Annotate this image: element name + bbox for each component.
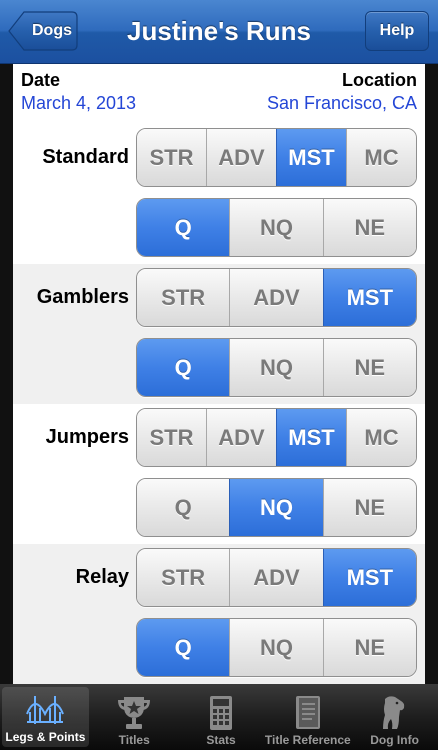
gamblers-result-q[interactable]: Q bbox=[137, 339, 230, 396]
navigation-bar: Dogs Justine's Runs Help bbox=[0, 0, 438, 64]
standard-level-control: STR ADV MST MC bbox=[136, 128, 417, 187]
bridge-icon bbox=[26, 696, 65, 724]
relay-label: Relay bbox=[75, 566, 129, 588]
run-form: Date March 4, 2013 Location San Francisc… bbox=[0, 64, 438, 684]
tab-stats[interactable]: Stats bbox=[178, 684, 265, 750]
location-value[interactable]: San Francisco, CA bbox=[267, 93, 417, 114]
relay-result-control: Q NQ NE bbox=[136, 618, 417, 677]
jumpers-result-ne[interactable]: NE bbox=[322, 479, 416, 536]
tab-title-reference[interactable]: Title Reference bbox=[264, 684, 351, 750]
relay-level-control: STR ADV MST bbox=[136, 548, 417, 607]
book-icon bbox=[295, 696, 320, 729]
standard-level-str[interactable]: STR bbox=[137, 129, 206, 186]
jumpers-level-mc[interactable]: MC bbox=[346, 409, 416, 466]
tab-label: Stats bbox=[206, 733, 236, 747]
date-label: Date bbox=[21, 70, 61, 90]
jumpers-level-mst[interactable]: MST bbox=[276, 409, 346, 466]
relay-result-q[interactable]: Q bbox=[137, 619, 230, 676]
standard-level-adv[interactable]: ADV bbox=[206, 129, 276, 186]
jumpers-result-control: Q NQ NE bbox=[136, 478, 417, 537]
location-label: Location bbox=[342, 70, 417, 90]
date-value[interactable]: March 4, 2013 bbox=[21, 93, 136, 114]
help-button[interactable]: Help bbox=[365, 11, 429, 51]
tab-dog-info[interactable]: Dog Info bbox=[351, 684, 438, 750]
gamblers-level-control: STR ADV MST bbox=[136, 268, 417, 327]
standard-result-q[interactable]: Q bbox=[137, 199, 230, 256]
tab-label: Title Reference bbox=[264, 733, 351, 747]
tab-label: Legs & Points bbox=[5, 730, 86, 744]
relay-result-ne[interactable]: NE bbox=[322, 619, 416, 676]
jumpers-result-nq[interactable]: NQ bbox=[229, 479, 323, 536]
standard-result-control: Q NQ NE bbox=[136, 198, 417, 257]
relay-result-nq[interactable]: NQ bbox=[229, 619, 323, 676]
standard-level-mc[interactable]: MC bbox=[346, 129, 416, 186]
relay-level-str[interactable]: STR bbox=[137, 549, 230, 606]
standard-label: Standard bbox=[42, 146, 129, 168]
relay-level-adv[interactable]: ADV bbox=[229, 549, 323, 606]
jumpers-level-control: STR ADV MST MC bbox=[136, 408, 417, 467]
jumpers-label: Jumpers bbox=[45, 426, 129, 448]
gamblers-label: Gamblers bbox=[36, 286, 129, 308]
calculator-icon bbox=[209, 696, 232, 730]
trophy-icon bbox=[118, 697, 151, 729]
jumpers-result-q[interactable]: Q bbox=[137, 479, 230, 536]
jumpers-level-adv[interactable]: ADV bbox=[206, 409, 276, 466]
standard-level-mst[interactable]: MST bbox=[276, 129, 346, 186]
tab-bar: Legs & Points Titles Stats Title Referen… bbox=[0, 684, 438, 750]
gamblers-result-control: Q NQ NE bbox=[136, 338, 417, 397]
jumpers-level-str[interactable]: STR bbox=[137, 409, 206, 466]
gamblers-level-str[interactable]: STR bbox=[137, 269, 230, 326]
standard-result-ne[interactable]: NE bbox=[322, 199, 416, 256]
gamblers-level-mst[interactable]: MST bbox=[322, 269, 416, 326]
standard-result-nq[interactable]: NQ bbox=[229, 199, 323, 256]
tab-legs-points[interactable]: Legs & Points bbox=[2, 687, 89, 747]
relay-level-mst[interactable]: MST bbox=[322, 549, 416, 606]
tab-titles[interactable]: Titles bbox=[91, 684, 178, 750]
gamblers-result-nq[interactable]: NQ bbox=[229, 339, 323, 396]
gamblers-result-ne[interactable]: NE bbox=[322, 339, 416, 396]
tab-label: Titles bbox=[118, 733, 150, 747]
tab-label: Dog Info bbox=[370, 733, 419, 747]
dog-icon bbox=[382, 696, 404, 729]
gamblers-level-adv[interactable]: ADV bbox=[229, 269, 323, 326]
